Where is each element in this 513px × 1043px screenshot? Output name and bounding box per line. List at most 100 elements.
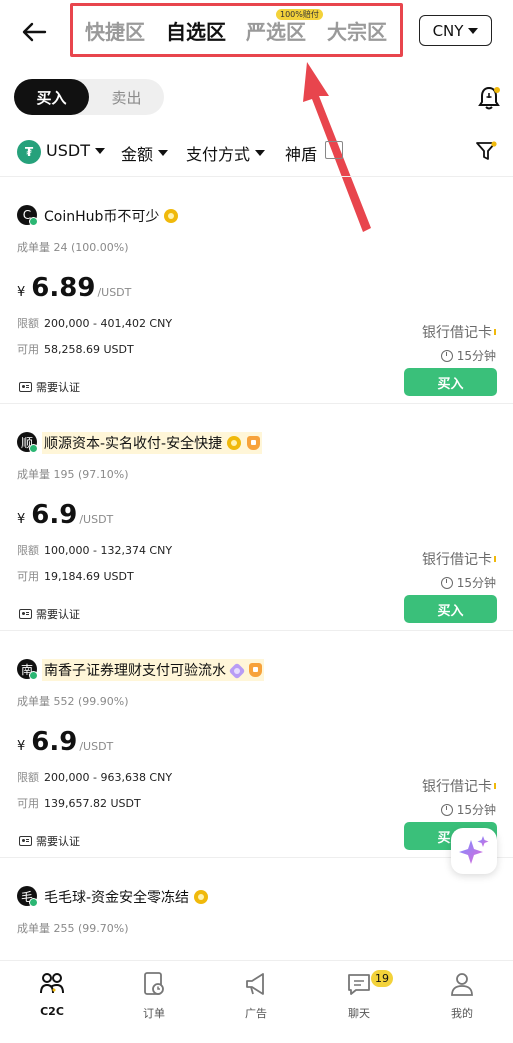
orders-value: 255 (99.70%) (53, 922, 129, 935)
ai-assistant-button[interactable] (451, 828, 497, 874)
limit-row: 限额 200,000 - 963,638 CNY (17, 769, 172, 785)
amount-filter-label: 金额 (121, 145, 154, 164)
shield-filter-label: 神盾 (285, 145, 318, 164)
available-value: 19,184.69 USDT (44, 570, 134, 583)
merchant-name[interactable]: 毛毛球-资金安全零冻结 (42, 886, 210, 908)
orders-value: 24 (100.00%) (53, 241, 129, 254)
yen-symbol: ¥ (17, 285, 26, 300)
payment-time-label: 15分钟 (456, 349, 496, 363)
merchant-name[interactable]: 顺源资本-实名收付-安全快捷 (42, 432, 263, 454)
merchant-avatar[interactable]: 顺 (17, 432, 38, 453)
top-header: 快捷区 自选区 严选区 100%赔付 大宗区 CNY (0, 0, 513, 62)
nav-label: 订单 (143, 1007, 165, 1020)
price-unit: /USDT (79, 740, 114, 753)
diamond-badge-icon (228, 662, 246, 680)
listing-card: 南 南香子证券理财支付可验流水 成单量 552 (99.90%) ¥ 6.9 /… (0, 631, 513, 858)
available-label: 可用 (17, 570, 39, 583)
limit-label: 限额 (17, 771, 39, 784)
orders-label: 成单量 (17, 468, 50, 481)
listing-card: C CoinHub币不可少 成单量 24 (100.00%) ¥ 6.89 /U… (0, 177, 513, 404)
orders-label: 成单量 (17, 922, 50, 935)
merchant-name-text: CoinHub币不可少 (44, 209, 160, 225)
clock-icon (440, 803, 453, 816)
buy-button[interactable]: 买入 (404, 595, 497, 623)
kyc-required: 需要认证 (19, 833, 80, 849)
online-dot-icon (29, 671, 38, 680)
merchant-avatar[interactable]: C (17, 205, 38, 226)
nav-item-c2c[interactable]: C2C (2, 967, 102, 1027)
bell-icon[interactable] (477, 85, 501, 111)
tab-custom-zone[interactable]: 自选区 (166, 16, 226, 45)
clock-icon (440, 576, 453, 589)
back-arrow-icon[interactable] (20, 18, 48, 46)
kyc-label: 需要认证 (36, 381, 80, 394)
tab-bulk-zone[interactable]: 大宗区 (327, 16, 387, 45)
payment-method-label: 银行借记卡 (422, 325, 492, 341)
people-icon (40, 973, 64, 994)
order-stats: 成单量 24 (100.00%) (17, 239, 129, 255)
payment-time: 15分钟 (440, 347, 496, 364)
nav-label: 广告 (245, 1007, 267, 1020)
tab-strict-zone[interactable]: 严选区 (246, 16, 306, 45)
nav-label: 我的 (451, 1007, 473, 1020)
order-stats: 成单量 552 (99.90%) (17, 693, 129, 709)
clock-icon (440, 349, 453, 362)
online-dot-icon (29, 444, 38, 453)
tab-quick-zone[interactable]: 快捷区 (85, 16, 145, 45)
merchant-name-text: 顺源资本-实名收付-安全快捷 (44, 436, 223, 452)
sell-tab[interactable]: 卖出 (89, 79, 164, 115)
kyc-required: 需要认证 (19, 606, 80, 622)
shield-checkbox[interactable] (325, 141, 343, 159)
available-value: 139,657.82 USDT (44, 797, 141, 810)
currency-select[interactable]: CNY (419, 15, 492, 46)
payment-color-bar (494, 329, 496, 335)
bottom-nav: C2C 订单 广告 19 聊天 我的 (0, 960, 513, 1043)
listing-card: 顺 顺源资本-实名收付-安全快捷 成单量 195 (97.10%) ¥ 6.9 … (0, 404, 513, 631)
payment-method: 银行借记卡 (422, 776, 496, 796)
amount-filter[interactable]: 金额 (121, 141, 169, 165)
price-unit: /USDT (79, 513, 114, 526)
limit-value: 200,000 - 963,638 CNY (44, 771, 173, 784)
merchant-avatar[interactable]: 南 (17, 659, 38, 680)
limit-label: 限额 (17, 317, 39, 330)
merchant-name[interactable]: 南香子证券理财支付可验流水 (42, 659, 264, 681)
buy-button[interactable]: 买入 (404, 368, 497, 396)
orders-label: 成单量 (17, 695, 50, 708)
payment-method: 银行借记卡 (422, 549, 496, 569)
limit-value: 200,000 - 401,402 CNY (44, 317, 173, 330)
online-dot-icon (29, 217, 38, 226)
nav-item-profile[interactable]: 我的 (412, 967, 512, 1027)
available-row: 可用 139,657.82 USDT (17, 795, 141, 811)
merchant-name[interactable]: CoinHub币不可少 (42, 205, 180, 227)
payment-filter[interactable]: 支付方式 (186, 141, 266, 165)
available-value: 58,258.69 USDT (44, 343, 134, 356)
order-icon (144, 972, 164, 995)
price-value: 6.89 (31, 273, 96, 303)
megaphone-icon (246, 973, 264, 995)
nav-item-ads[interactable]: 广告 (206, 967, 306, 1027)
kyc-label: 需要认证 (36, 835, 80, 848)
coin-filter[interactable]: USDT (46, 141, 105, 160)
payment-method: 银行借记卡 (422, 322, 496, 342)
orders-value: 195 (97.10%) (53, 468, 129, 481)
price-row: ¥ 6.89 /USDT (17, 273, 131, 303)
nav-item-chat[interactable]: 19 聊天 (309, 967, 409, 1027)
nav-item-orders[interactable]: 订单 (104, 967, 204, 1027)
coin-filter-label: USDT (46, 141, 90, 160)
listing-card: 毛 毛毛球-资金安全零冻结 成单量 255 (99.70%) (0, 858, 513, 958)
nav-label: 聊天 (348, 1007, 370, 1020)
shield-badge-icon (249, 663, 262, 677)
verified-badge-icon (194, 890, 209, 904)
buy-tab[interactable]: 买入 (14, 79, 89, 115)
merchant-avatar[interactable]: 毛 (17, 886, 38, 907)
nav-label: C2C (40, 1005, 64, 1018)
payment-time: 15分钟 (440, 801, 496, 818)
price-row: ¥ 6.9 /USDT (17, 500, 113, 530)
filter-funnel-icon[interactable] (475, 140, 497, 162)
sparkle-icon (459, 836, 489, 864)
id-card-icon (19, 609, 32, 619)
order-stats: 成单量 195 (97.10%) (17, 466, 129, 482)
limit-value: 100,000 - 132,374 CNY (44, 544, 173, 557)
price-value: 6.9 (31, 727, 78, 757)
price-unit: /USDT (97, 286, 132, 299)
